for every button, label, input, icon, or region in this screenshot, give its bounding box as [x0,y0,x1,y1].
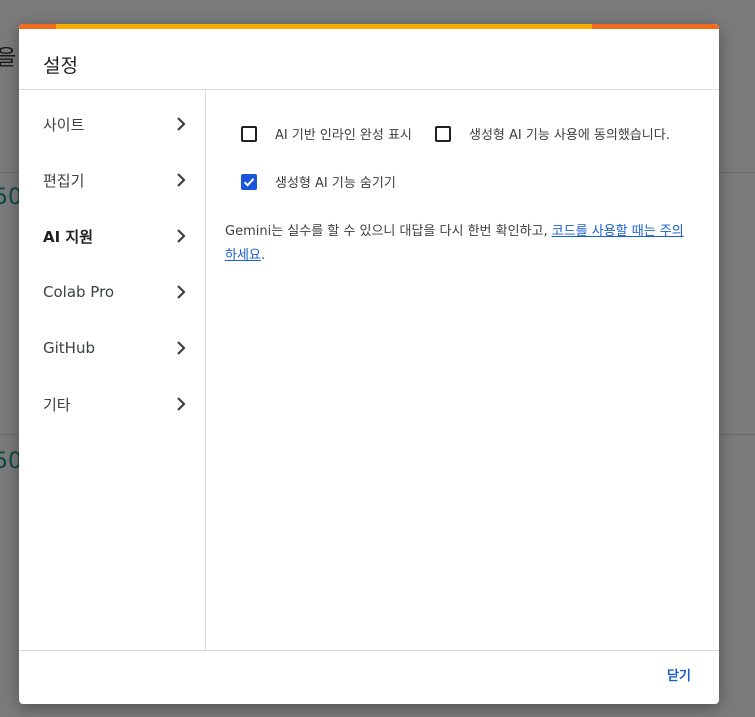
inline-completion-label: AI 기반 인라인 완성 표시 [275,128,412,143]
accent-segment-yellow [56,24,592,29]
sidebar-item-label: 사이트 [43,115,85,134]
chevron-right-icon [177,117,186,131]
sidebar-item-label: 편집기 [43,171,85,190]
sidebar-item-editor[interactable]: 편집기 [19,152,205,208]
chevron-right-icon [177,229,186,243]
sidebar-item-github[interactable]: GitHub [19,320,205,376]
sidebar-item-site[interactable]: 사이트 [19,96,205,152]
close-button[interactable]: 닫기 [655,660,703,694]
inline-completion-checkbox[interactable] [241,125,257,142]
accent-segment-orange [19,24,56,29]
option-hide-ai[interactable]: 생성형 AI 기능 숨기기 [241,172,396,191]
ai-consent-checkbox[interactable] [435,125,451,142]
sidebar-item-colab-pro[interactable]: Colab Pro [19,264,205,320]
chevron-right-icon [177,285,186,299]
background-text-fragment: 을 [0,46,17,71]
sidebar-item-label: GitHub [43,339,95,357]
hide-ai-checkbox[interactable] [241,173,257,190]
chevron-right-icon [177,341,186,355]
settings-dialog: 설정 사이트 편집기 AI 지원 Colab Pro GitHub 기타 AI … [19,24,719,704]
header-divider [19,89,719,90]
footer-divider [19,650,719,651]
chevron-right-icon [177,173,186,187]
ai-consent-label: 생성형 AI 기능 사용에 동의했습니다. [469,128,670,143]
sidebar-item-ai-assist[interactable]: AI 지원 [19,208,205,264]
dialog-title: 설정 [43,55,78,77]
dialog-accent-bar [19,24,719,29]
chevron-right-icon [177,397,186,411]
option-inline-completion[interactable]: AI 기반 인라인 완성 표시 [241,124,412,143]
settings-sidebar: 사이트 편집기 AI 지원 Colab Pro GitHub 기타 [19,96,205,432]
sidebar-divider [205,90,206,651]
sidebar-item-label: Colab Pro [43,283,115,301]
disclaimer-end: . [260,248,266,263]
sidebar-item-misc[interactable]: 기타 [19,376,205,432]
gemini-disclaimer: Gemini는 실수를 할 수 있으니 대답을 다시 한번 확인하고, 코드를 … [225,220,695,268]
sidebar-item-label: 기타 [43,395,71,414]
hide-ai-label: 생성형 AI 기능 숨기기 [275,176,396,191]
disclaimer-text: Gemini는 실수를 할 수 있으니 대답을 다시 한번 확인하고, [225,224,552,239]
checkmark-icon [243,177,255,187]
option-ai-consent[interactable]: 생성형 AI 기능 사용에 동의했습니다. [435,124,670,143]
accent-segment-orange [592,24,719,29]
sidebar-item-label: AI 지원 [43,227,94,246]
